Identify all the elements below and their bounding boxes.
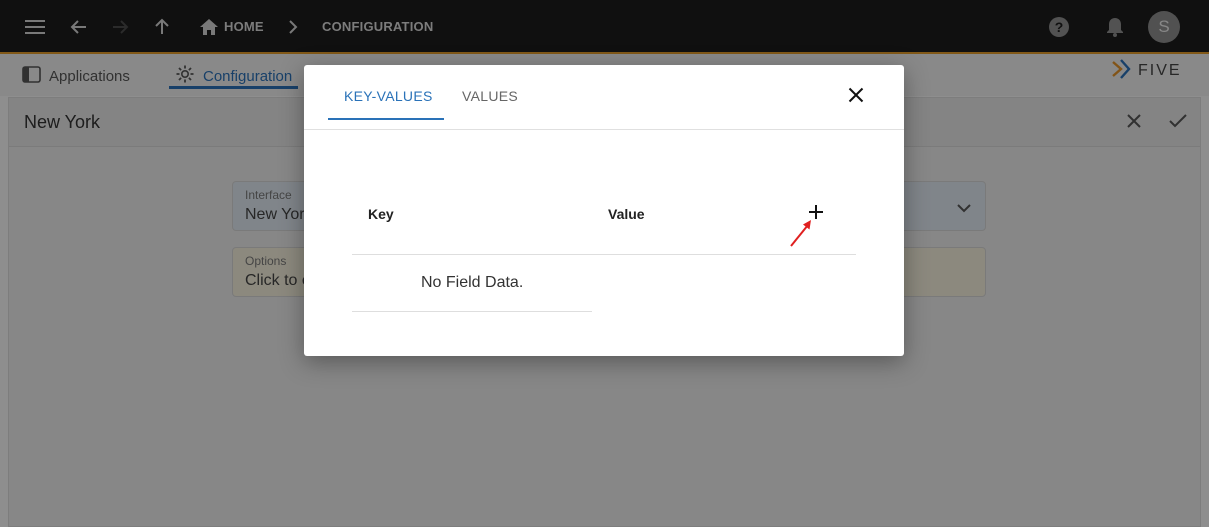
empty-row-divider (352, 311, 592, 312)
close-icon (848, 87, 864, 108)
dialog-close-button[interactable] (844, 85, 868, 109)
dialog-active-tab-indicator (328, 118, 444, 120)
column-header-key: Key (368, 206, 394, 222)
annotation-arrow-icon (788, 217, 816, 254)
table-header-divider (352, 254, 856, 255)
key-values-dialog: KEY-VALUES VALUES Key Value No Field Dat… (304, 65, 904, 356)
tab-values[interactable]: VALUES (462, 88, 518, 104)
tab-key-values[interactable]: KEY-VALUES (344, 88, 433, 104)
column-header-value: Value (608, 206, 645, 222)
dialog-tab-bar: KEY-VALUES VALUES (304, 65, 904, 130)
empty-state-text: No Field Data. (421, 274, 524, 291)
